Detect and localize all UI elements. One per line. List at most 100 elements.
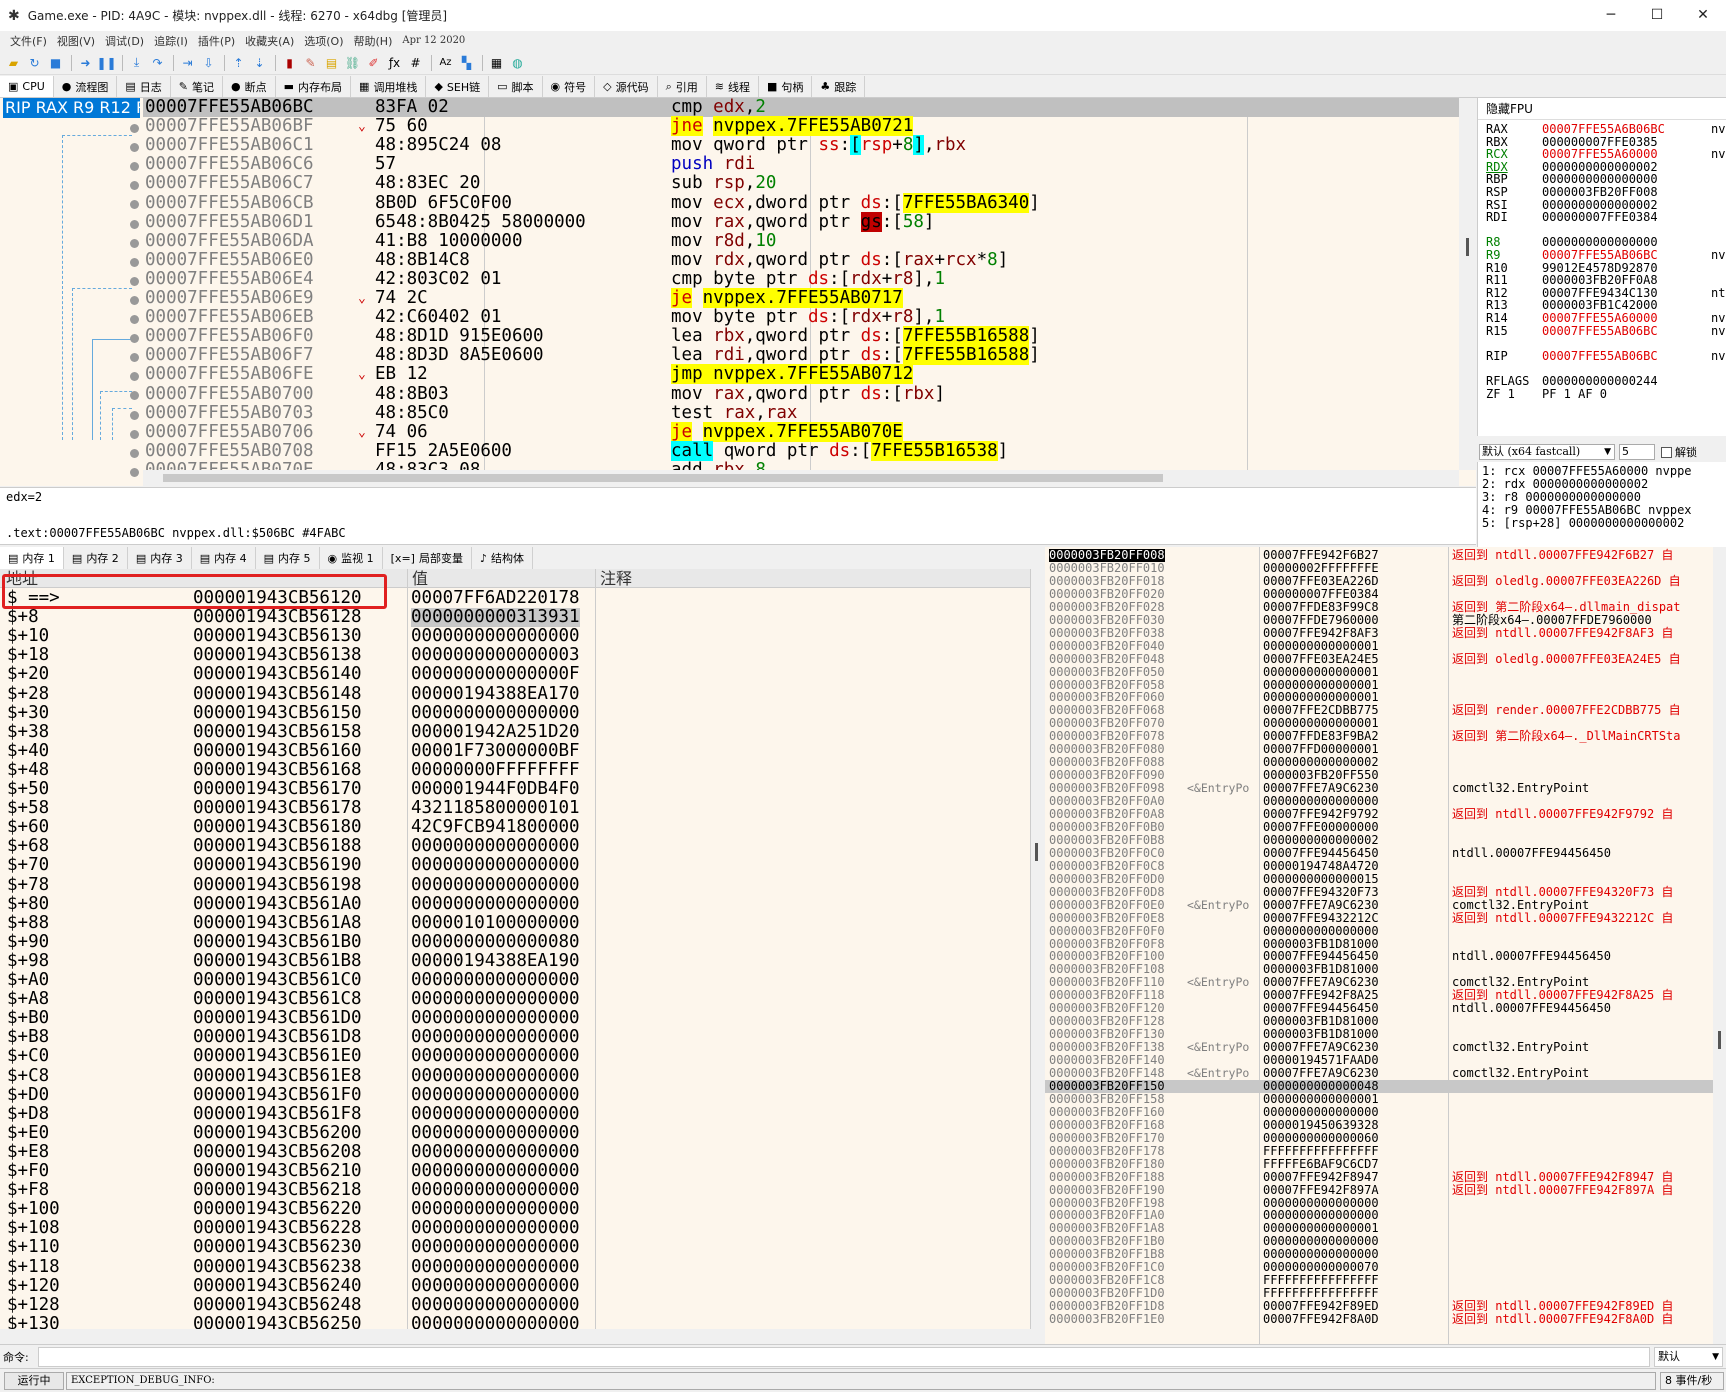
breakpoint-dot[interactable] [130,353,139,363]
disasm-row[interactable]: 00007FFE55AB06CB 8B0D 6F5C0F00 mov ecx,dwo… [143,192,1459,213]
dump-row[interactable]: $+98 000001943CB561B8 00000194388EA190 [0,951,590,971]
stack-row[interactable]: 0000003FB20FF0F0 0000000000000000 [1045,924,1726,938]
dump-row[interactable]: $+E8 000001943CB56208 0000000000000000 [0,1142,590,1162]
memory-tab-4[interactable]: ▤ 内存 5 [256,547,320,569]
memory-tab-2[interactable]: ▤ 内存 3 [128,547,192,569]
tab-10[interactable]: ◇ 源代码 [595,76,658,97]
memory-tab-6[interactable]: [x=] 局部变量 [383,547,472,569]
menu-item[interactable]: 帮助(H) [354,33,393,49]
dump-row[interactable]: $+108 000001943CB56228 0000000000000000 [0,1219,590,1238]
dump-row[interactable]: $+C8 000001943CB561E8 0000000000000000 [0,1066,590,1086]
dump-row[interactable]: $+18 000001943CB56138 0000000000000003 [0,646,590,665]
dump-row[interactable]: $+80 000001943CB561A0 0000000000000000 [0,894,590,914]
arg-count-spinner[interactable]: 5 [1619,444,1655,460]
memory-dump[interactable]: 地址 值 注释 $ ==> 000001943CB56120 00007FF6AD2… [0,569,1030,1329]
tab-3[interactable]: ✎ 笔记 [171,76,224,97]
dump-row[interactable]: $+78 000001943CB56198 0000000000000000 [0,875,590,895]
tab-4[interactable]: ● 断点 [223,76,276,97]
dump-row[interactable]: $+50 000001943CB56170 000001944F0DB4F0 [0,780,590,799]
breakpoint-dot[interactable] [130,124,139,133]
dump-row[interactable]: $+68 000001943CB56188 0000000000000000 [0,837,590,856]
dump-row[interactable]: $+88 000001943CB561A8 0000010100000000 [0,913,590,933]
tab-13[interactable]: ■ 句柄 [759,76,813,97]
stack-row[interactable]: 0000003FB20FF048 00007FFE03EA24E5 返回到 oled… [1045,652,1726,666]
dump-row[interactable]: $+8 000001943CB56128 0000000000313931 [0,608,590,628]
breakpoint-dot[interactable] [130,334,139,344]
font-icon[interactable]: Aᴢ [436,54,455,72]
unlock-checkbox[interactable] [1661,446,1672,458]
breakpoint-dot[interactable] [130,200,139,210]
dump-row[interactable]: $+B8 000001943CB561D8 0000000000000000 [0,1028,590,1047]
tab-7[interactable]: ◆ SEH链 [426,76,490,97]
label-icon[interactable]: ⛓ [343,54,362,72]
disasm-row[interactable]: 00007FFE55AB06EB 42:C60402 01 mov byte ptr… [143,308,1459,327]
command-type-dropdown[interactable]: 默认 ▼ [1654,1347,1723,1367]
dump-row[interactable]: $+E0 000001943CB56200 0000000000000000 [0,1123,590,1143]
trace-over-icon[interactable]: ⇩ [199,54,218,72]
run-to-user-code-icon[interactable]: ⇣ [250,54,269,72]
memory-tab-0[interactable]: ▤ 内存 1 [0,547,64,569]
calculator-icon[interactable]: ▦ [487,54,506,72]
stack-row[interactable]: 0000003FB20FF0D8 00007FFE94320F73 返回到 ntdl… [1045,885,1726,899]
dump-row[interactable]: $+130 000001943CB56250 0000000000000000 [0,1314,590,1329]
disasm-row[interactable]: 00007FFE55AB0703 48:85C0 test rax,rax [143,403,1459,423]
breakpoint-dot[interactable] [130,410,139,420]
stack-row[interactable]: 0000003FB20FF028 00007FFDE83F99C8 返回到 第二阶段… [1045,600,1726,614]
menu-item[interactable]: 调试(D) [105,33,144,49]
hash-icon[interactable]: # [406,54,425,72]
strings-icon[interactable]: ▚ [457,54,476,72]
register-row[interactable]: ZF 1 PF 1 AF 0 [1486,387,1607,401]
stack-row[interactable]: 0000003FB20FF168 0000019450639328 [1045,1118,1726,1132]
menu-item[interactable]: 追踪(I) [154,33,188,49]
disassembly-scrollbar[interactable] [1459,98,1476,470]
stack-row[interactable]: 0000003FB20FF160 0000000000000000 [1045,1105,1726,1119]
stack-view[interactable]: 0000003FB20FF008 00007FFE942F6B27 返回到 ntdl… [1045,547,1726,1344]
memory-tab-1[interactable]: ▤ 内存 2 [64,547,128,569]
restart-icon[interactable]: ↻ [25,54,44,72]
argument-row[interactable]: 3: r8 0000000000000000 [1482,490,1641,504]
breakpoint-dot[interactable] [130,467,139,477]
dump-row[interactable]: $+F0 000001943CB56210 0000000000000000 [0,1162,590,1181]
stack-row[interactable]: 0000003FB20FF190 00007FFE942F897A 返回到 ntdl… [1045,1183,1726,1197]
breakpoint-dot[interactable] [130,257,139,267]
scylla-icon[interactable]: ▮ [280,54,299,72]
dump-row[interactable]: $+F8 000001943CB56218 0000000000000000 [0,1181,590,1200]
stack-row[interactable]: 0000003FB20FF178 FFFFFFFFFFFFFFFF [1045,1144,1726,1158]
disasm-row[interactable]: 00007FFE55AB06C7 48:83EC 20 sub rsp,20 [143,174,1459,193]
comment-icon[interactable]: ▤ [322,54,341,72]
tab-2[interactable]: ▤ 日志 [117,76,171,97]
maximize-button[interactable]: ☐ [1634,0,1680,31]
stack-row[interactable]: 0000003FB20FF0E8 00007FFE9432212C 返回到 ntdl… [1045,911,1726,925]
memory-tab-5[interactable]: ◉ 监视 1 [320,547,383,569]
menu-item[interactable]: 选项(O) [304,33,343,49]
dump-row[interactable]: $+90 000001943CB561B0 0000000000000080 [0,932,590,952]
disasm-row[interactable]: 00007FFE55AB06DA 41:B8 10000000 mov r8d,10 [143,231,1459,251]
tab-1[interactable]: ● 流程图 [54,76,118,97]
disasm-row[interactable]: 00007FFE55AB06D1 6548:8B0425 58000000 mov … [143,211,1459,232]
dump-row[interactable]: $+10 000001943CB56130 0000000000000000 [0,627,590,646]
disasm-row[interactable]: 00007FFE55AB0708 FF15 2A5E0600 call qword … [143,440,1459,461]
disassembly-view[interactable]: 00007FFE55AB06BC 83FA 02 cmp edx,2 00007FFE… [143,98,1459,470]
dump-row[interactable]: $+70 000001943CB56190 0000000000000000 [0,856,590,875]
tab-6[interactable]: ▦ 调用堆栈 [351,76,427,97]
stack-row[interactable]: 0000003FB20FF040 0000000000000001 [1045,639,1726,653]
dump-scrollbar[interactable] [1030,569,1044,1329]
argument-row[interactable]: 2: rdx 0000000000000002 [1482,477,1648,491]
stack-row[interactable]: 0000003FB20FF0D0 0000000000000015 [1045,872,1726,886]
execute-till-return-icon[interactable]: ⇡ [229,54,248,72]
breakpoint-dot[interactable] [130,295,139,305]
run-icon[interactable]: ➜ [76,54,95,72]
breakpoint-dot[interactable] [130,391,139,401]
tab-8[interactable]: ▭ 脚本 [489,76,543,97]
breakpoint-dot[interactable] [130,448,139,458]
dump-row[interactable]: $+20 000001943CB56140 000000000000000F [0,665,590,684]
dump-row[interactable]: $+D0 000001943CB561F0 0000000000000000 [0,1085,590,1105]
disasm-row[interactable]: 00007FFE55AB0706 ⌄ 74 06 je nvppex.7FFE55AB… [143,421,1459,442]
stack-row[interactable]: 0000003FB20FF188 00007FFE942F8947 返回到 ntdl… [1045,1170,1726,1184]
stack-row[interactable]: 0000003FB20FF180 FFFFFE6BAF9C6CD7 [1045,1157,1726,1171]
breakpoint-dot[interactable] [130,219,139,229]
tab-11[interactable]: ⌕ 引用 [658,76,707,97]
breakpoint-dot[interactable] [130,162,139,172]
disasm-row[interactable]: 00007FFE55AB06BF ⌄ 75 60 jne nvppex.7FFE55A… [143,116,1459,137]
breakpoint-dot[interactable] [130,315,139,324]
